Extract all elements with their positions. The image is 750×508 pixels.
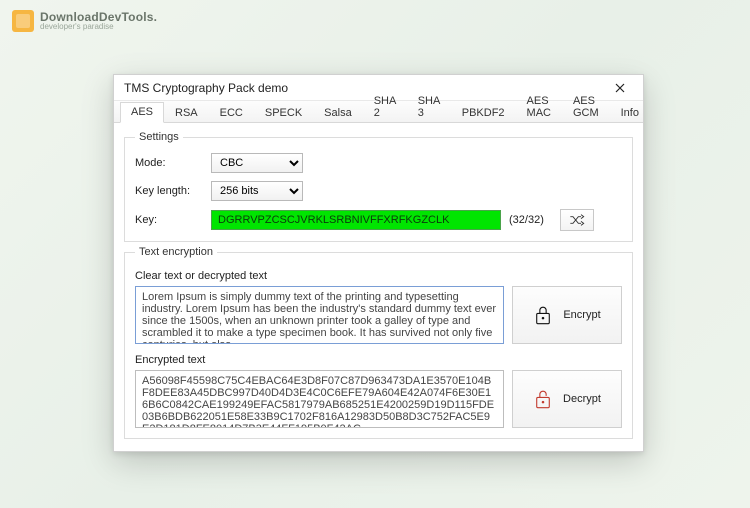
tab-pbkdf2[interactable]: PBKDF2 <box>451 103 516 123</box>
close-icon <box>615 83 625 93</box>
mode-select[interactable]: CBC <box>211 153 303 173</box>
brand-logo <box>12 10 34 32</box>
key-input[interactable] <box>211 210 501 230</box>
decrypt-button[interactable]: Decrypt <box>512 370 622 428</box>
tab-sha-2[interactable]: SHA 2 <box>363 91 407 123</box>
clear-text[interactable] <box>135 286 504 344</box>
tab-speck[interactable]: SPECK <box>254 103 313 123</box>
settings-legend: Settings <box>135 131 183 143</box>
mode-label: Mode: <box>135 157 203 169</box>
textenc-legend: Text encryption <box>135 246 217 258</box>
tab-ecc[interactable]: ECC <box>209 103 254 123</box>
settings-group: Settings Mode: CBC Key length: 256 bits … <box>124 131 633 242</box>
tab-aes-mac[interactable]: AES MAC <box>516 91 562 123</box>
encrypt-label: Encrypt <box>563 309 600 321</box>
tab-aes-gcm[interactable]: AES GCM <box>562 91 610 123</box>
decrypt-label: Decrypt <box>563 393 601 405</box>
encrypted-text[interactable] <box>135 370 504 428</box>
window-title: TMS Cryptography Pack demo <box>124 81 288 95</box>
shuffle-button[interactable] <box>560 209 594 231</box>
tab-info[interactable]: Info <box>610 103 650 123</box>
tab-salsa[interactable]: Salsa <box>313 103 363 123</box>
unlock-icon <box>533 388 553 410</box>
keylen-select[interactable]: 256 bits <box>211 181 303 201</box>
app-window: TMS Cryptography Pack demo AESRSAECCSPEC… <box>113 74 644 452</box>
lock-icon <box>533 304 553 326</box>
tab-bar: AESRSAECCSPECKSalsaSHA 2SHA 3PBKDF2AES M… <box>114 101 643 123</box>
tab-sha-3[interactable]: SHA 3 <box>407 91 451 123</box>
shuffle-icon <box>569 213 585 227</box>
encrypt-button[interactable]: Encrypt <box>512 286 622 344</box>
key-label: Key: <box>135 214 203 226</box>
brand-tagline: developer's paradise <box>40 23 157 31</box>
key-counter: (32/32) <box>509 214 544 226</box>
brand: DownloadDevTools. developer's paradise <box>12 10 157 32</box>
keylen-label: Key length: <box>135 185 203 197</box>
tab-rsa[interactable]: RSA <box>164 103 209 123</box>
enc-label: Encrypted text <box>135 354 622 366</box>
clear-label: Clear text or decrypted text <box>135 270 622 282</box>
textenc-group: Text encryption Clear text or decrypted … <box>124 246 633 439</box>
tab-aes[interactable]: AES <box>120 102 164 123</box>
